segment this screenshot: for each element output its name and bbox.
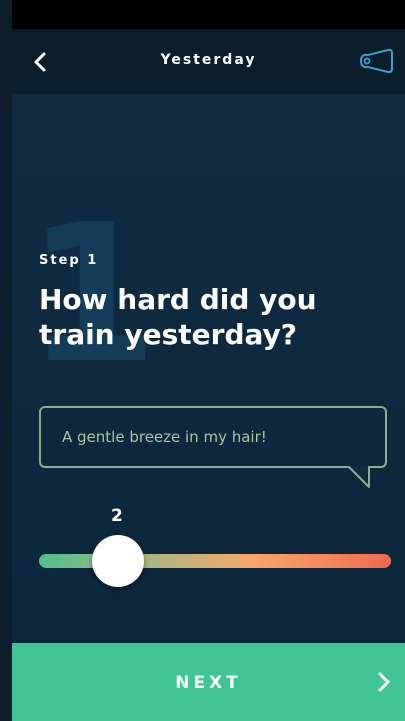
left-edge bbox=[0, 0, 12, 721]
whistle-icon bbox=[359, 48, 393, 74]
app-screen: Yesterday 1 Step 1 How hard did you trai… bbox=[12, 0, 405, 721]
next-label: NEXT bbox=[175, 673, 242, 693]
question-heading: How hard did you train yesterday? bbox=[39, 283, 317, 351]
app-header: Yesterday bbox=[12, 29, 405, 94]
chevron-right-icon bbox=[378, 672, 390, 692]
status-bar bbox=[12, 0, 405, 29]
header-title: Yesterday bbox=[160, 52, 257, 68]
feedback-text: A gentle breeze in my hair! bbox=[62, 428, 267, 446]
slider-value: 2 bbox=[111, 506, 123, 526]
step-label: Step 1 bbox=[39, 253, 99, 268]
feedback-bubble: A gentle breeze in my hair! bbox=[39, 406, 387, 488]
next-button[interactable]: NEXT bbox=[12, 643, 405, 721]
intensity-slider-thumb[interactable] bbox=[92, 535, 144, 587]
whistle-button[interactable] bbox=[357, 46, 395, 76]
bubble-tail bbox=[347, 466, 370, 488]
